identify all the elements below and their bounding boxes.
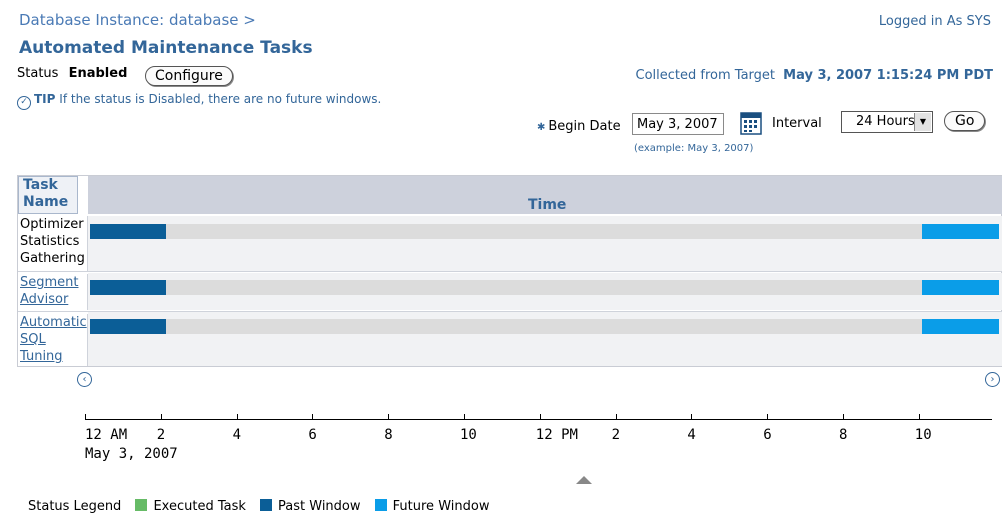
legend-past: Past Window bbox=[278, 499, 361, 514]
status-legend: Status Legend Executed Task Past Window … bbox=[28, 499, 489, 514]
future-swatch bbox=[374, 499, 387, 511]
begin-date-text: Begin Date bbox=[548, 119, 621, 134]
axis-tick bbox=[918, 414, 920, 420]
axis-tick bbox=[312, 414, 314, 420]
scroll-right-icon[interactable]: › bbox=[985, 372, 1000, 387]
axis-tick-label: 10 bbox=[460, 427, 477, 443]
axis-date: May 3, 2007 bbox=[85, 446, 178, 462]
time-axis bbox=[85, 419, 992, 420]
axis-tick bbox=[843, 414, 844, 420]
scroll-left-icon[interactable]: ‹ bbox=[77, 372, 92, 387]
axis-tick-label: 6 bbox=[308, 427, 317, 443]
axis-tick-label: 12 PM bbox=[535, 427, 578, 443]
axis-tick bbox=[691, 414, 693, 420]
collected-label: Collected from Target bbox=[635, 68, 775, 83]
configure-button[interactable]: Configure bbox=[145, 66, 233, 86]
status-label: Status bbox=[17, 66, 59, 81]
timeline-track bbox=[90, 319, 999, 334]
col-header-task: Task Name bbox=[18, 176, 78, 214]
axis-tick-label: 4 bbox=[232, 427, 242, 443]
axis-tick-label: 10 bbox=[914, 427, 932, 443]
page-title: Automated Maintenance Tasks bbox=[19, 38, 313, 58]
axis-tick bbox=[767, 414, 769, 420]
collected-value: May 3, 2007 1:15:24 PM PDT bbox=[783, 68, 993, 83]
chevron-down-icon[interactable]: ▼ bbox=[914, 113, 931, 131]
axis-tick bbox=[464, 414, 465, 420]
axis-tick-label: 2 bbox=[156, 427, 166, 443]
calendar-icon[interactable] bbox=[739, 110, 763, 136]
interval-label: Interval bbox=[772, 116, 822, 131]
collapse-icon[interactable] bbox=[576, 476, 592, 484]
axis-tick bbox=[85, 414, 86, 420]
row-divider bbox=[18, 271, 1002, 272]
interval-select[interactable]: 24 Hours ▼ bbox=[841, 111, 933, 133]
logged-in-label: Logged in As SYS bbox=[878, 14, 991, 29]
timeline-track bbox=[90, 224, 999, 239]
axis-tick bbox=[388, 414, 390, 420]
axis-tick bbox=[160, 414, 162, 420]
axis-tick bbox=[236, 414, 238, 420]
collected-info: Collected from Target May 3, 2007 1:15:2… bbox=[636, 68, 993, 83]
tip: ✓ TIP If the status is Disabled, there ar… bbox=[17, 92, 381, 110]
status-row: Status Enabled bbox=[17, 66, 127, 81]
task-name-optimizer: Optimizer Statistics Gathering bbox=[18, 216, 88, 271]
timeline-track bbox=[90, 280, 999, 295]
axis-tick-label: 8 bbox=[384, 427, 393, 443]
axis-tick-label: 2 bbox=[611, 427, 621, 443]
table-row bbox=[88, 312, 1002, 366]
legend-executed: Executed Task bbox=[153, 499, 246, 514]
axis-tick-label: 8 bbox=[839, 427, 848, 443]
axis-tick-label: 6 bbox=[763, 427, 772, 443]
table-row bbox=[88, 216, 1002, 271]
legend-future: Future Window bbox=[392, 499, 490, 514]
axis-tick bbox=[539, 414, 541, 420]
tip-text: If the status is Disabled, there are no … bbox=[59, 92, 382, 106]
task-name-sql-tuning[interactable]: Automatic SQL Tuning bbox=[18, 314, 88, 366]
task-name-segment-advisor[interactable]: Segment Advisor bbox=[18, 274, 88, 310]
breadcrumb[interactable]: Database Instance: database > bbox=[19, 11, 256, 29]
past-swatch bbox=[260, 499, 273, 511]
table-row bbox=[88, 273, 1002, 310]
legend-label: Status Legend bbox=[28, 499, 122, 514]
col-header-time: Time bbox=[88, 176, 1002, 214]
future-window-bar[interactable] bbox=[922, 224, 999, 239]
required-icon: ✱ bbox=[537, 122, 546, 133]
begin-date-input[interactable] bbox=[632, 113, 724, 135]
past-window-bar[interactable] bbox=[90, 280, 166, 295]
begin-date-label: ✱ Begin Date bbox=[537, 119, 621, 134]
col-header-time-label: Time bbox=[528, 197, 567, 213]
axis-tick-label: 12 AM bbox=[85, 427, 128, 443]
future-window-bar[interactable] bbox=[922, 319, 999, 334]
interval-value: 24 Hours bbox=[856, 114, 915, 129]
status-value: Enabled bbox=[68, 66, 128, 81]
future-window-bar[interactable] bbox=[922, 280, 999, 295]
executed-swatch bbox=[135, 499, 148, 511]
past-window-bar[interactable] bbox=[90, 224, 166, 239]
axis-tick-label: 4 bbox=[687, 427, 696, 443]
check-icon: ✓ bbox=[17, 96, 31, 110]
past-window-bar[interactable] bbox=[90, 319, 166, 334]
tip-label: TIP bbox=[34, 92, 56, 106]
go-button[interactable]: Go bbox=[944, 111, 986, 131]
date-example: (example: May 3, 2007) bbox=[634, 143, 754, 154]
axis-tick bbox=[615, 414, 617, 420]
